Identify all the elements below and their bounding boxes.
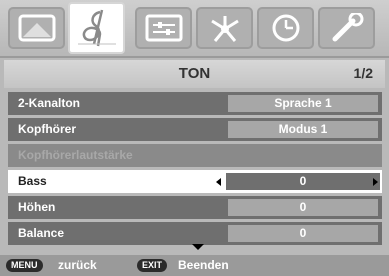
back-hint-label: zurück [58, 258, 97, 272]
page-title: TON [178, 65, 211, 82]
sound-clef-icon [77, 9, 116, 47]
menu-item-label: Balance [18, 226, 65, 240]
footer-hint-bar: MENU zurück EXIT Beenden [0, 255, 389, 276]
menu-item-bass[interactable]: Bass 0 [8, 170, 382, 193]
arrow-left-icon[interactable] [216, 178, 221, 186]
menu-item-value: Modus 1 [228, 121, 378, 138]
wrench-icon [332, 13, 363, 42]
arrow-right-icon[interactable] [373, 178, 378, 186]
exit-hint-label: Beenden [178, 258, 229, 272]
tv-menu-screen: TON 1/2 2-Kanalton Sprache 1 Kopfhörer M… [0, 0, 389, 276]
menu-item-label: Höhen [18, 200, 56, 214]
picture-icon [18, 14, 55, 42]
clock-icon [272, 14, 299, 42]
menu-item-hoehen[interactable]: Höhen 0 [8, 196, 382, 219]
tab-setup[interactable] [135, 7, 192, 49]
tab-sound[interactable] [68, 2, 125, 54]
tab-timer[interactable] [257, 7, 314, 49]
connection-icon [210, 16, 239, 42]
tab-picture[interactable] [8, 7, 65, 49]
menu-item-value: 0 [226, 173, 380, 190]
menu-key-badge: MENU [6, 259, 43, 272]
menu-item-kopfhoerer[interactable]: Kopfhörer Modus 1 [8, 118, 382, 141]
setup-panel-icon [145, 14, 182, 42]
menu-item-value: Sprache 1 [228, 95, 378, 112]
menu-title-bar: TON 1/2 [4, 60, 385, 88]
tab-settings[interactable] [318, 7, 375, 49]
menu-item-kopfhoererlautstaerke: Kopfhörerlautstärke [8, 144, 382, 167]
menu-item-value: 0 [228, 199, 378, 216]
menu-item-label: Bass [18, 174, 47, 188]
menu-item-label: Kopfhörer [18, 122, 76, 136]
exit-key-badge: EXIT [137, 259, 168, 272]
category-icon-bar [0, 0, 389, 58]
scroll-down-indicator-icon [192, 244, 204, 250]
page-indicator: 1/2 [353, 65, 373, 81]
menu-item-balance[interactable]: Balance 0 [8, 222, 382, 245]
menu-item-label: Kopfhörerlautstärke [18, 148, 133, 162]
menu-item-value: 0 [228, 225, 378, 242]
menu-item-label: 2-Kanalton [18, 96, 81, 110]
tab-connections[interactable] [196, 7, 253, 49]
menu-item-2-kanalton[interactable]: 2-Kanalton Sprache 1 [8, 92, 382, 115]
